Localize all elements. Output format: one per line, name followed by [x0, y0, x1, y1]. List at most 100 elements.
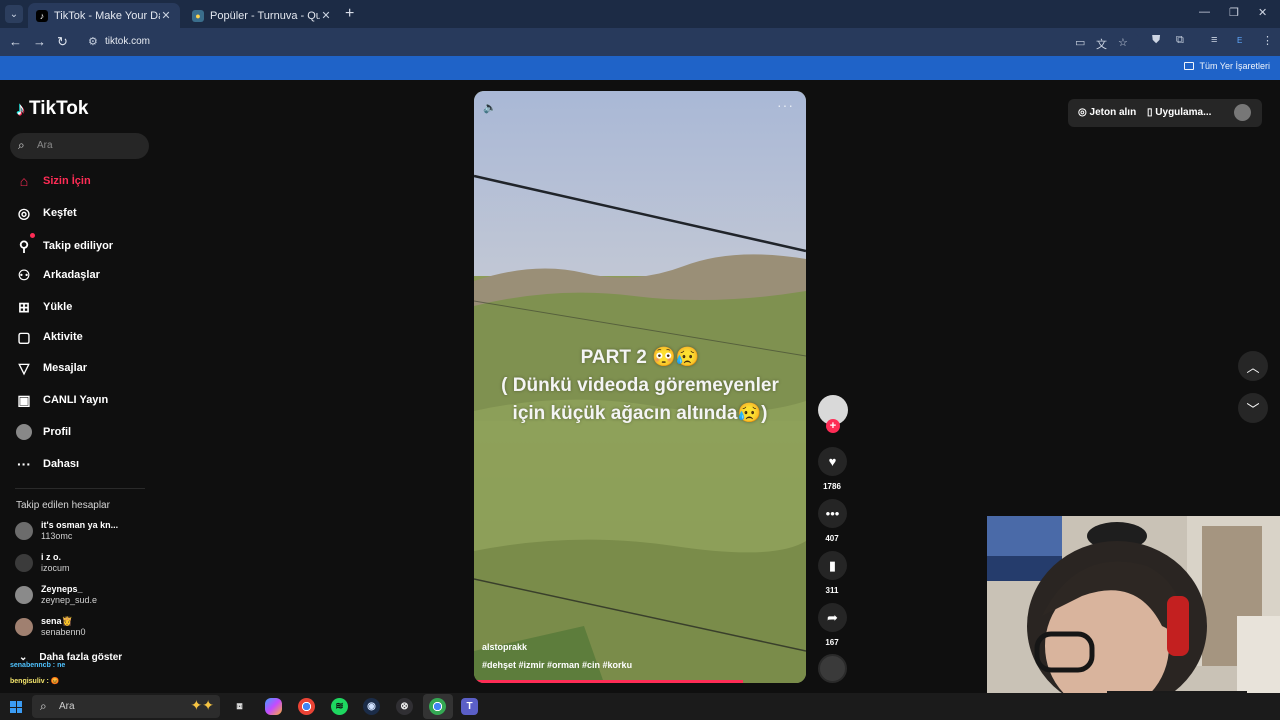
get-app-button[interactable]: ▯ Uygulama... [1147, 107, 1211, 118]
translate-icon[interactable]: 文 [1096, 36, 1107, 52]
user-avatar[interactable] [1234, 104, 1251, 121]
tiktok-favicon: ♪ [36, 9, 48, 22]
extensions-puzzle-icon[interactable]: ⧉ [1176, 34, 1184, 47]
address-bar[interactable]: ⚙ tiktok.com ▭ 文 ☆ [80, 32, 1140, 52]
like-heart-icon[interactable]: ♥ [818, 447, 847, 476]
tiktok-note-icon: ♪ [16, 98, 25, 119]
account-username: senabenn0 [41, 627, 86, 637]
site-info-icon[interactable]: ⚙ [88, 35, 98, 48]
copilot-icon[interactable] [265, 698, 282, 715]
video-more-icon[interactable]: ··· [777, 97, 794, 113]
restore-icon[interactable]: ❐ [1229, 6, 1239, 19]
volume-icon[interactable]: 🔈 [483, 101, 497, 114]
video-player[interactable]: 🔈 ··· PART 2 😳😥 ( Dünkü videoda göremeye… [474, 91, 806, 683]
close-tab-icon[interactable]: ✕ [320, 9, 332, 22]
nav-profile[interactable]: Profil [15, 421, 71, 443]
nav-explore[interactable]: ◎ Keşfet [15, 202, 77, 224]
task-view-icon[interactable]: ⧈ [231, 698, 248, 715]
teams-icon[interactable]: T [461, 698, 478, 715]
nav-label: Keşfet [43, 207, 77, 219]
search-placeholder: Ara [37, 140, 53, 151]
all-bookmarks-folder[interactable]: Tüm Yer İşaretleri [1184, 61, 1270, 71]
nav-activity[interactable]: ▢ Aktivite [15, 326, 83, 348]
nav-live[interactable]: ▣ CANLI Yayın [15, 389, 108, 411]
forward-icon[interactable]: → [33, 34, 46, 49]
account-name: i z o. [41, 552, 61, 562]
tiktok-search-input[interactable]: ⌕ Ara [10, 133, 149, 159]
nav-messages[interactable]: ▽ Mesajlar [15, 357, 87, 379]
video-progress-bar[interactable] [474, 680, 743, 683]
nav-more[interactable]: ··· Dahası [15, 453, 79, 475]
save-count: 311 [825, 586, 839, 595]
following-account[interactable]: sena👸 senabenn0 [15, 614, 86, 640]
share-arrow-icon[interactable]: ➦ [818, 603, 847, 632]
media-queue-icon[interactable]: ≡ [1211, 34, 1217, 46]
close-tab-icon[interactable]: ✕ [160, 9, 172, 22]
windows-taskbar: ⌕ Ara ✦✦ ⧈ ≋ ◉ ⊗ T [0, 693, 1280, 720]
account-name: sena👸 [41, 616, 73, 626]
minimize-icon[interactable]: — [1199, 6, 1210, 18]
search-icon: ⌕ [18, 138, 25, 152]
search-icon: ⌕ [40, 699, 47, 713]
like-count: 1786 [823, 482, 841, 491]
caption-line: PART 2 😳😥 [580, 347, 700, 368]
more-icon: ··· [17, 456, 31, 472]
follow-plus-icon[interactable]: + [826, 419, 840, 433]
comment-icon[interactable]: ••• [818, 499, 847, 528]
browser-tab-strip: ⌄ ♪ TikTok - Make Your Day ✕ ● Popüler -… [0, 0, 1280, 28]
video-hashtags[interactable]: #dehşet #izmir #orman #cin #korku [482, 660, 632, 670]
chrome-icon[interactable] [298, 698, 315, 715]
steam-icon[interactable]: ◉ [363, 698, 380, 715]
app-label: Uygulama... [1155, 107, 1212, 118]
tab-search-button[interactable]: ⌄ [5, 5, 23, 23]
taskbar-search[interactable]: ⌕ Ara ✦✦ [32, 695, 220, 718]
bookmarks-bar: Tüm Yer İşaretleri [0, 56, 1280, 80]
nav-friends[interactable]: ⚇ Arkadaşlar [15, 264, 100, 286]
nav-for-you[interactable]: ⌂ Sizin İçin [15, 170, 91, 192]
following-account[interactable]: i z o. izocum [15, 550, 70, 576]
browser-toolbar: ← → ↻ ⚙ tiktok.com ▭ 文 ☆ ⛊ ⧉ ≡ E ⋮ [0, 28, 1280, 56]
nav-label: Aktivite [43, 331, 83, 343]
tiktok-logo[interactable]: ♪ TikTok [16, 98, 88, 120]
following-account[interactable]: Zeyneps_ zeynep_sud.e [15, 582, 97, 608]
spotify-icon[interactable]: ≋ [331, 698, 348, 715]
nav-label: Profil [43, 426, 72, 438]
tab-tiktok[interactable]: ♪ TikTok - Make Your Day ✕ [28, 3, 180, 28]
close-window-icon[interactable]: ✕ [1258, 6, 1267, 19]
bookmark-icon[interactable]: ▮ [818, 551, 847, 580]
chrome-active-icon[interactable] [429, 698, 446, 715]
next-video-chevron-down-icon[interactable]: ﹀ [1238, 393, 1268, 423]
shield-extension-icon[interactable]: ⛊ [1152, 34, 1160, 47]
get-coins-button[interactable]: ◎ Jeton alın [1078, 107, 1136, 118]
stream-chat-line: senabenncb : ne [10, 662, 66, 669]
video-author[interactable]: alstoprakk [482, 642, 527, 652]
caption-line: ( Dünkü videoda göremeyenler [501, 375, 779, 396]
coins-label: Jeton alın [1089, 107, 1137, 118]
tiktok-wordmark: TikTok [29, 98, 89, 119]
profile-avatar [16, 424, 32, 440]
nav-following[interactable]: ⚲ Takip ediliyor [15, 233, 113, 257]
account-name: it's osman ya kn... [41, 520, 119, 530]
quizei-favicon: ● [192, 9, 204, 22]
cast-icon[interactable]: ▭ [1075, 36, 1085, 49]
profile-icon[interactable]: E [1237, 36, 1242, 45]
new-tab-button[interactable]: + [345, 5, 354, 23]
following-account[interactable]: it's osman ya kn... 113omc [15, 518, 118, 544]
browser-menu-icon[interactable]: ⋮ [1262, 34, 1273, 47]
windows-start-icon[interactable] [10, 701, 22, 713]
obs-icon[interactable]: ⊗ [396, 698, 413, 715]
following-accounts-title: Takip edilen hesaplar [16, 500, 110, 511]
reload-icon[interactable]: ↻ [57, 34, 68, 50]
top-right-actions: ◎ Jeton alın ▯ Uygulama... [1068, 99, 1262, 127]
nav-upload[interactable]: ⊞ Yükle [15, 296, 72, 318]
back-icon[interactable]: ← [9, 34, 22, 49]
live-icon: ▣ [17, 391, 31, 408]
all-bookmarks-label: Tüm Yer İşaretleri [1199, 61, 1270, 71]
previous-video-chevron-up-icon[interactable]: ︿ [1238, 351, 1268, 381]
bookmark-star-icon[interactable]: ☆ [1118, 36, 1128, 49]
folder-icon [1184, 62, 1195, 70]
following-icon: ⚲ [18, 237, 30, 254]
webcam-image [987, 516, 1280, 720]
tab-quizei[interactable]: ● Popüler - Turnuva - Quizei ✕ [184, 3, 340, 28]
music-disc-icon[interactable] [818, 654, 847, 683]
